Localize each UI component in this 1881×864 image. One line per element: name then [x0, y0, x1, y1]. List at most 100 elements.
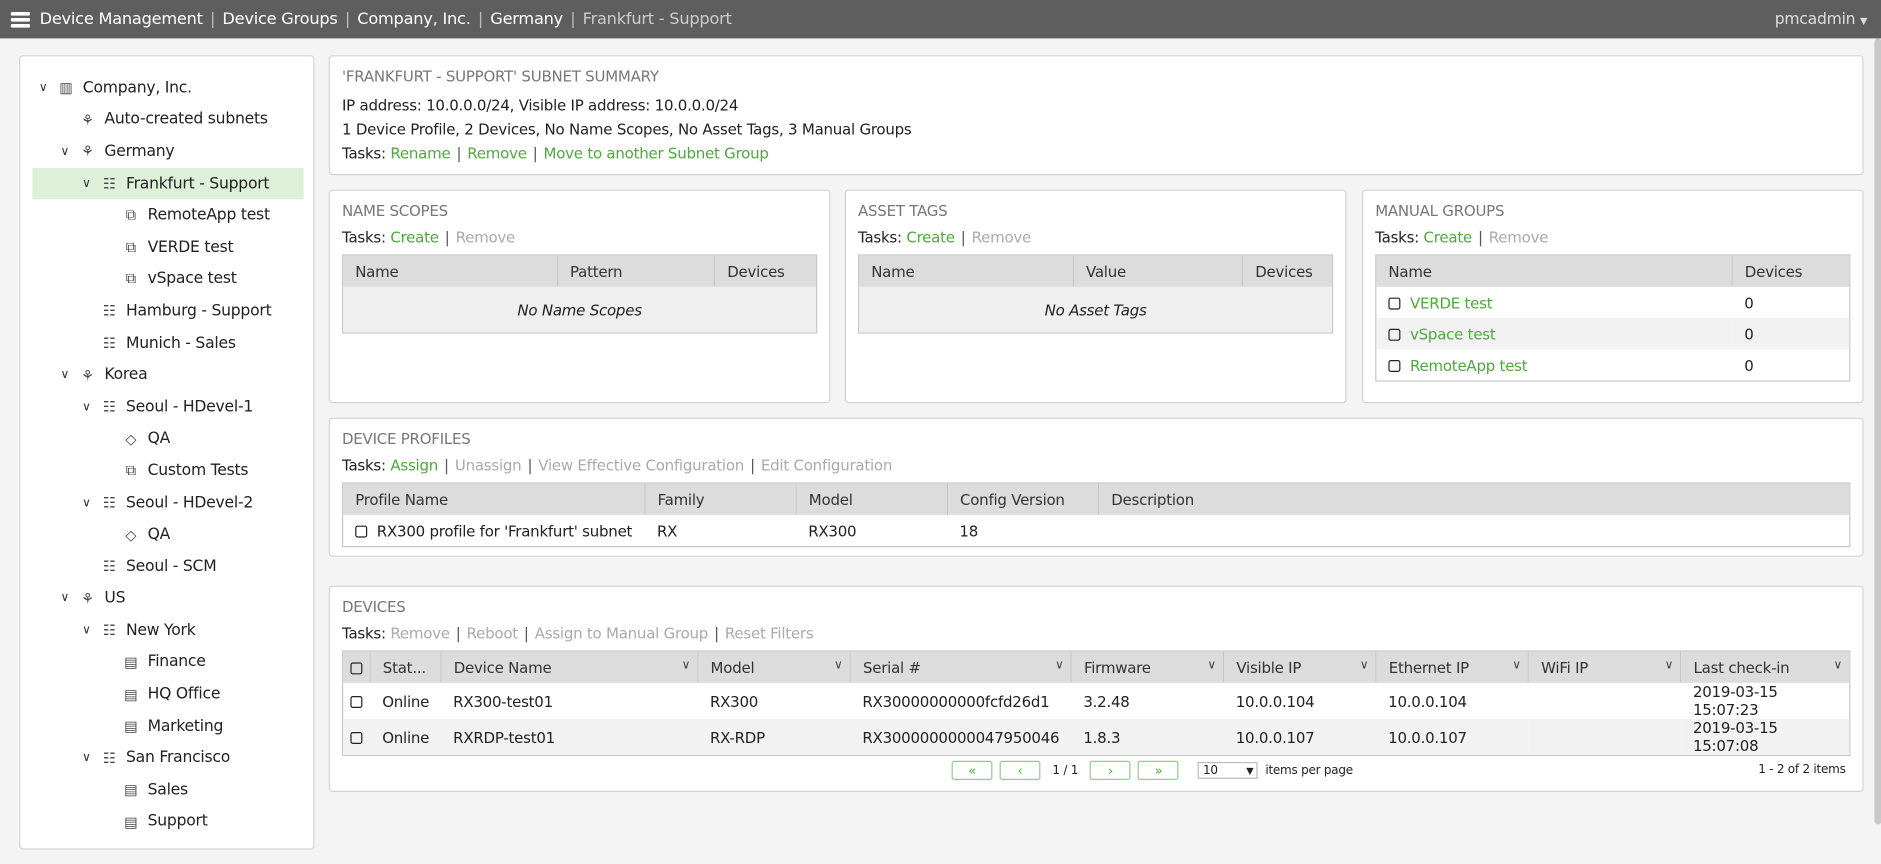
page-size-select[interactable]: 10 ▼	[1198, 762, 1259, 779]
user-menu[interactable]: pmcadmin ▼	[1775, 11, 1868, 29]
col-visible_ip[interactable]: Visible IP ∨	[1223, 651, 1377, 683]
breadcrumb-device-groups[interactable]: Device Groups	[222, 10, 337, 29]
tree-node[interactable]: ∨ ☷ Seoul - HDevel-1	[32, 391, 303, 423]
chevron-down-icon[interactable]: ∨	[1207, 659, 1216, 672]
select-all-header[interactable]	[343, 651, 371, 683]
tree-node[interactable]: ☷ Seoul - SCM	[32, 551, 303, 583]
chevron-down-icon[interactable]: ∨	[79, 752, 93, 765]
tree-node[interactable]: ▤ Finance	[32, 646, 303, 678]
manual-group-link[interactable]: RemoteApp test	[1410, 356, 1528, 374]
tree-node[interactable]: ∨ ⚘ US	[32, 583, 303, 615]
table-row[interactable]: RX300 profile for 'Frankfurt' subnet RX RX…	[343, 515, 1849, 546]
table-row[interactable]: Online RX300-test01 RX300 RX30000000000fcfd…	[343, 683, 1849, 719]
tree-node[interactable]: ▤ Support	[32, 806, 303, 838]
col-wifi_ip[interactable]: WiFi IP ∨	[1528, 651, 1682, 683]
tree-node[interactable]: ∨ ⚘ Korea	[32, 359, 303, 391]
chevron-down-icon[interactable]: ∨	[834, 659, 843, 672]
col-serial[interactable]: Serial # ∨	[850, 651, 1072, 683]
chevron-down-icon[interactable]: ∨	[1055, 659, 1064, 672]
table-row[interactable]: VERDE test 0	[1376, 287, 1849, 318]
first-page-button[interactable]: «	[951, 760, 993, 781]
col-name[interactable]: Name	[343, 255, 558, 287]
chevron-down-icon[interactable]: ∨	[682, 659, 691, 672]
tree-node[interactable]: ◇ QA	[32, 423, 303, 455]
assign-link[interactable]: Assign	[390, 456, 438, 474]
menu-icon[interactable]	[10, 11, 31, 28]
tree-node[interactable]: ▤ HQ Office	[32, 678, 303, 710]
create-asset-tag-link[interactable]: Create	[906, 228, 955, 246]
table-row[interactable]: Online RXRDP-test01 RX-RDP RX30000000000479…	[343, 718, 1850, 755]
create-name-scope-link[interactable]: Create	[390, 228, 439, 246]
col-devices[interactable]: Devices	[1732, 255, 1850, 287]
row-checkbox[interactable]	[1388, 328, 1401, 341]
row-checkbox[interactable]	[1388, 360, 1401, 372]
col-ethernet_ip[interactable]: Ethernet IP ∨	[1376, 651, 1530, 683]
col-model[interactable]: Model ∨	[697, 651, 851, 683]
chevron-down-icon[interactable]: ∨	[1512, 659, 1521, 672]
chevron-down-icon[interactable]: ∨	[1833, 659, 1842, 672]
tree-node[interactable]: ∨ ☷ San Francisco	[32, 742, 303, 774]
breadcrumb-device-management[interactable]: Device Management	[40, 10, 203, 29]
tree-node[interactable]: ☷ Munich - Sales	[32, 327, 303, 359]
manual-group-link[interactable]: VERDE test	[1410, 293, 1493, 311]
col-status[interactable]: Stat...	[370, 651, 442, 683]
tree-node[interactable]: ⧉ RemoteApp test	[32, 200, 303, 232]
breadcrumb-germany[interactable]: Germany	[490, 10, 563, 29]
col-name[interactable]: Name	[859, 255, 1074, 287]
group-tree-panel: ∨ ▥ Company, Inc. ⚘ Auto-created subnets ∨ ⚘ Ge…	[19, 55, 315, 850]
col-config-version[interactable]: Config Version	[947, 483, 1100, 515]
col-name[interactable]: Device Name ∨	[441, 651, 699, 683]
row-checkbox[interactable]	[355, 525, 368, 538]
row-checkbox[interactable]	[1388, 297, 1401, 310]
scrollbar[interactable]	[1874, 38, 1881, 825]
chevron-down-icon[interactable]: ∨	[1665, 659, 1674, 672]
tree-node[interactable]: ∨ ☷ Seoul - HDevel-2	[32, 487, 303, 519]
col-devices[interactable]: Devices	[714, 255, 817, 287]
breadcrumb-company[interactable]: Company, Inc.	[357, 10, 471, 29]
tree-node[interactable]: ⚘ Auto-created subnets	[32, 104, 303, 136]
tree-node[interactable]: ☷ Hamburg - Support	[32, 295, 303, 327]
chevron-down-icon[interactable]: ∨	[58, 369, 72, 382]
table-row[interactable]: vSpace test 0	[1376, 318, 1850, 350]
move-link[interactable]: Move to another Subnet Group	[544, 144, 769, 162]
chevron-down-icon[interactable]: ∨	[79, 177, 93, 190]
tree-node[interactable]: ▤ Marketing	[32, 710, 303, 742]
tree-node[interactable]: ▤ Sales	[32, 774, 303, 806]
tree-node[interactable]: ∨ ☷ Frankfurt - Support	[32, 167, 304, 200]
select-all-checkbox[interactable]	[350, 662, 363, 675]
table-row[interactable]: RemoteApp test 0	[1376, 349, 1849, 380]
last-page-button[interactable]: »	[1138, 760, 1179, 781]
chevron-down-icon[interactable]: ∨	[58, 145, 72, 158]
col-firmware[interactable]: Firmware ∨	[1071, 651, 1225, 683]
tree-node[interactable]: ⧉ Custom Tests	[32, 455, 303, 487]
next-page-button[interactable]: ›	[1090, 760, 1131, 781]
rename-link[interactable]: Rename	[390, 144, 450, 162]
tree-node[interactable]: ∨ ☷ New York	[32, 615, 303, 647]
col-pattern[interactable]: Pattern	[557, 255, 716, 287]
prev-page-button[interactable]: ‹	[999, 760, 1041, 781]
chevron-down-icon[interactable]: ∨	[79, 400, 93, 413]
chevron-down-icon[interactable]: ∨	[1360, 659, 1369, 672]
col-checkin[interactable]: Last check-in ∨	[1680, 651, 1850, 683]
col-devices[interactable]: Devices	[1242, 255, 1332, 287]
row-checkbox[interactable]	[350, 732, 363, 744]
col-family[interactable]: Family	[645, 483, 797, 515]
col-model[interactable]: Model	[796, 483, 949, 515]
row-checkbox[interactable]	[350, 696, 363, 708]
chevron-down-icon[interactable]: ∨	[58, 592, 72, 605]
remove-link[interactable]: Remove	[467, 144, 527, 162]
col-profile-name[interactable]: Profile Name	[343, 483, 646, 515]
tree-node[interactable]: ◇ QA	[32, 519, 303, 551]
chevron-down-icon[interactable]: ∨	[79, 624, 93, 637]
chevron-down-icon[interactable]: ∨	[36, 81, 50, 94]
tree-node[interactable]: ∨ ▥ Company, Inc.	[32, 72, 303, 104]
create-manual-group-link[interactable]: Create	[1424, 228, 1473, 246]
manual-group-link[interactable]: vSpace test	[1410, 325, 1496, 343]
tree-node[interactable]: ∨ ⚘ Germany	[32, 136, 303, 168]
tree-node[interactable]: ⧉ vSpace test	[32, 263, 303, 295]
col-value[interactable]: Value	[1073, 255, 1244, 287]
tree-node[interactable]: ⧉ VERDE test	[32, 232, 303, 264]
col-name[interactable]: Name	[1376, 255, 1733, 287]
col-description[interactable]: Description	[1098, 483, 1850, 515]
chevron-down-icon[interactable]: ∨	[79, 496, 93, 509]
